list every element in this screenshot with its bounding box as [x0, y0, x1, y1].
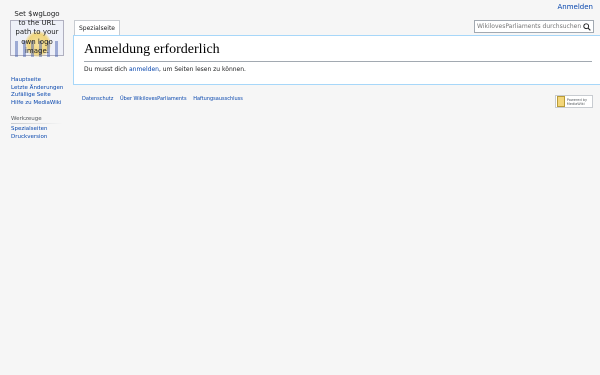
footer-about-link[interactable]: Über WikilovesParliaments: [120, 96, 187, 102]
sidebar-item-recent-changes[interactable]: Letzte Änderungen: [11, 85, 63, 91]
footer-privacy-link[interactable]: Datenschutz: [82, 96, 113, 102]
site-logo[interactable]: Set $wgLogo to the URL path to your own …: [8, 10, 66, 57]
sidebar-tools-heading: Werkzeuge: [11, 116, 42, 122]
sidebar-item-random-page[interactable]: Zufällige Seite: [11, 92, 51, 98]
tab-special-page[interactable]: Spezialseite: [74, 20, 120, 36]
sidebar-item-help[interactable]: Hilfe zu MediaWiki: [11, 100, 61, 106]
mediawiki-icon: [557, 96, 565, 107]
sidebar-item-printable-version[interactable]: Druckversion: [11, 134, 47, 140]
body-text-after: , um Seiten lesen zu können.: [158, 66, 246, 73]
login-inline-link[interactable]: anmelden: [129, 66, 159, 73]
search-icon[interactable]: [583, 23, 591, 31]
search-input[interactable]: [477, 21, 581, 32]
logo-line: image.: [24, 46, 50, 55]
sidebar-item-main-page[interactable]: Hauptseite: [11, 77, 41, 83]
powered-by-text: Powered by MediaWiki: [566, 97, 588, 106]
sidebar-tools: Spezialseiten Druckversion: [11, 126, 71, 141]
logo-line: to the URL: [18, 19, 56, 28]
sidebar-navigation: Hauptseite Letzte Änderungen Zufällige S…: [11, 77, 71, 107]
page-title: Anmeldung erforderlich: [84, 41, 592, 62]
search-box: [474, 20, 594, 33]
sidebar-divider: [11, 123, 63, 124]
logo-line: Set $wgLogo: [14, 10, 60, 18]
footer-links: Datenschutz Über WikilovesParliaments Ha…: [82, 96, 248, 102]
logo-line: path to your: [15, 28, 59, 37]
content-area: Anmeldung erforderlich Du musst dich anm…: [73, 35, 600, 85]
sidebar-item-special-pages[interactable]: Spezialseiten: [11, 126, 47, 132]
logo-line: own logo: [21, 37, 53, 46]
page-body-text: Du musst dich anmelden, um Seiten lesen …: [84, 66, 246, 73]
footer-disclaimer-link[interactable]: Haftungsausschluss: [193, 96, 243, 102]
personal-tools: Anmelden: [558, 3, 593, 11]
login-link[interactable]: Anmelden: [558, 3, 593, 11]
body-text-before: Du musst dich: [84, 66, 129, 73]
logo-text: Set $wgLogo to the URL path to your own …: [8, 10, 66, 56]
powered-by-mediawiki-badge[interactable]: Powered by MediaWiki: [555, 95, 593, 108]
